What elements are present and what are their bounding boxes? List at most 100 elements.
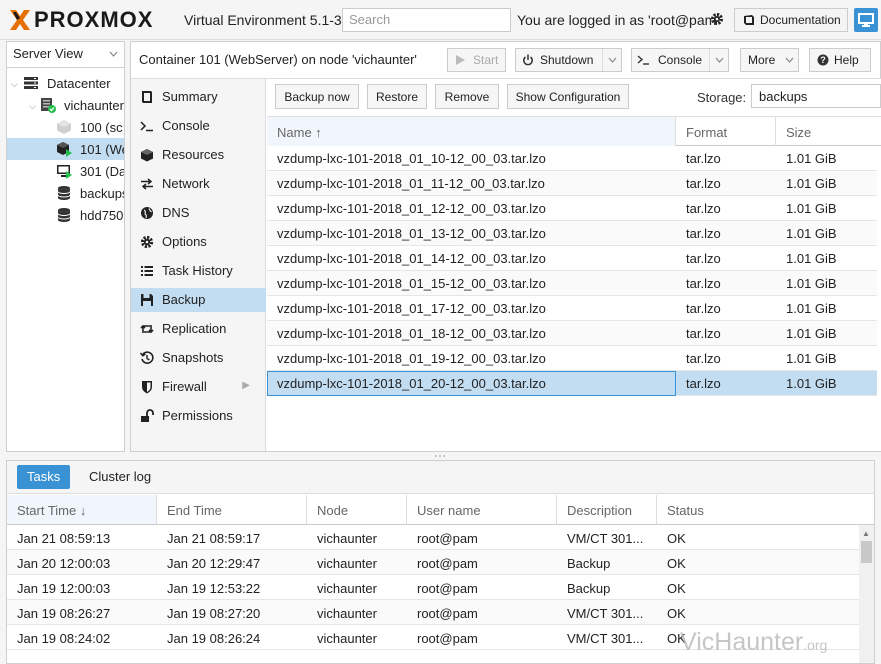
search-input[interactable]: Search bbox=[342, 8, 511, 32]
column-header-format[interactable]: Format bbox=[676, 117, 776, 146]
splitter-grip-icon[interactable] bbox=[432, 454, 448, 458]
submenu-replication[interactable]: Replication bbox=[131, 317, 266, 341]
vm-running-icon bbox=[57, 165, 72, 179]
submenu-network[interactable]: Network bbox=[131, 172, 266, 196]
backup-size: 1.01 GiB bbox=[786, 351, 837, 366]
table-row[interactable]: vzdump-lxc-101-2018_01_10-12_00_03.tar.l… bbox=[267, 146, 877, 171]
chevron-down-icon[interactable] bbox=[608, 57, 617, 63]
column-header-size[interactable]: Size bbox=[776, 117, 881, 146]
documentation-label: Documentation bbox=[760, 13, 841, 27]
submenu-resources[interactable]: Resources bbox=[131, 143, 266, 167]
backup-name: vzdump-lxc-101-2018_01_12-12_00_03.tar.l… bbox=[277, 201, 546, 216]
table-row[interactable]: vzdump-lxc-101-2018_01_13-12_00_03.tar.l… bbox=[267, 221, 877, 246]
submenu-options[interactable]: Options bbox=[131, 230, 266, 254]
table-row[interactable]: Jan 19 12:00:03 Jan 19 12:53:22 vichaunt… bbox=[7, 575, 860, 600]
tree-label: backups bbox=[80, 186, 124, 201]
monitor-button[interactable] bbox=[854, 8, 878, 32]
tree-item-node[interactable]: ⌵ vichaunter bbox=[7, 94, 124, 116]
tree-label: 301 (Da bbox=[80, 164, 124, 179]
tree-item-vm-301[interactable]: 301 (Da bbox=[7, 160, 124, 182]
tab-cluster-log[interactable]: Cluster log bbox=[79, 465, 161, 489]
submenu-firewall[interactable]: Firewall ▶ bbox=[131, 375, 266, 399]
column-header-description[interactable]: Description bbox=[557, 495, 657, 525]
task-user: root@pam bbox=[417, 606, 478, 621]
task-end: Jan 19 08:26:24 bbox=[167, 631, 261, 646]
tab-tasks[interactable]: Tasks bbox=[17, 465, 71, 489]
server-view-select[interactable]: Server View bbox=[7, 42, 124, 68]
column-header-start-time[interactable]: Start Time ↓ bbox=[7, 495, 157, 525]
table-row[interactable]: vzdump-lxc-101-2018_01_14-12_00_03.tar.l… bbox=[267, 246, 877, 271]
submenu-snapshots[interactable]: Snapshots bbox=[131, 346, 266, 370]
restore-button[interactable]: Restore bbox=[367, 84, 427, 109]
container-panel: Container 101 (WebServer) on node 'vicha… bbox=[130, 41, 881, 452]
brand-name: PROXMOX bbox=[34, 7, 154, 32]
table-row[interactable]: Jan 19 08:26:27 Jan 19 08:27:20 vichaunt… bbox=[7, 600, 860, 625]
backup-name: vzdump-lxc-101-2018_01_20-12_00_03.tar.l… bbox=[277, 376, 546, 391]
submenu-console[interactable]: Console bbox=[131, 114, 266, 138]
table-row[interactable]: vzdump-lxc-101-2018_01_19-12_00_03.tar.l… bbox=[267, 346, 877, 371]
unlock-icon bbox=[141, 409, 154, 422]
submenu-summary[interactable]: Summary bbox=[131, 85, 266, 109]
submenu-dns[interactable]: DNS bbox=[131, 201, 266, 225]
help-button[interactable]: ? Help bbox=[809, 48, 871, 72]
scrollbar-thumb[interactable] bbox=[861, 541, 872, 563]
globe-icon bbox=[141, 207, 153, 219]
documentation-button[interactable]: Documentation bbox=[734, 8, 848, 32]
shutdown-button[interactable]: Shutdown bbox=[515, 48, 622, 72]
table-row[interactable]: vzdump-lxc-101-2018_01_18-12_00_03.tar.l… bbox=[267, 321, 877, 346]
user-gear-icon[interactable] bbox=[710, 12, 724, 26]
more-label: More bbox=[748, 53, 776, 67]
tree-item-storage-backups[interactable]: backups bbox=[7, 182, 124, 204]
column-header-end-time[interactable]: End Time bbox=[157, 495, 307, 525]
submenu-label: Resources bbox=[162, 147, 225, 162]
backup-size: 1.01 GiB bbox=[786, 151, 837, 166]
table-row[interactable]: vzdump-lxc-101-2018_01_11-12_00_03.tar.l… bbox=[267, 171, 877, 196]
page-title: Container 101 (WebServer) on node 'vicha… bbox=[139, 52, 417, 67]
panel-splitter[interactable] bbox=[0, 452, 881, 460]
table-row[interactable]: vzdump-lxc-101-2018_01_15-12_00_03.tar.l… bbox=[267, 271, 877, 296]
console-button[interactable]: Console bbox=[631, 48, 729, 72]
tree-item-ct-101[interactable]: 101 (We bbox=[7, 138, 124, 160]
submenu-backup[interactable]: Backup bbox=[131, 288, 266, 312]
table-row-selected[interactable]: vzdump-lxc-101-2018_01_20-12_00_03.tar.l… bbox=[267, 371, 877, 396]
container-stopped-icon bbox=[57, 120, 71, 134]
submenu-permissions[interactable]: Permissions bbox=[131, 404, 266, 428]
task-status: OK bbox=[667, 581, 686, 596]
collapse-arrow-icon[interactable]: ⌵ bbox=[29, 101, 36, 112]
book-icon bbox=[744, 15, 754, 25]
submenu-task-history[interactable]: Task History bbox=[131, 259, 266, 283]
svg-text:?: ? bbox=[820, 55, 826, 65]
table-row[interactable]: vzdump-lxc-101-2018_01_17-12_00_03.tar.l… bbox=[267, 296, 877, 321]
show-configuration-button[interactable]: Show Configuration bbox=[507, 84, 629, 109]
tree-item-ct-100[interactable]: 100 (sc bbox=[7, 116, 124, 138]
chevron-down-icon bbox=[109, 51, 118, 57]
tree-item-storage-hdd750[interactable]: hdd750 bbox=[7, 204, 124, 226]
backup-size: 1.01 GiB bbox=[786, 301, 837, 316]
backup-name: vzdump-lxc-101-2018_01_10-12_00_03.tar.l… bbox=[277, 151, 546, 166]
task-user: root@pam bbox=[417, 556, 478, 571]
node-online-icon bbox=[41, 98, 56, 113]
tree-item-datacenter[interactable]: ⌵ Datacenter bbox=[7, 72, 124, 94]
column-header-status[interactable]: Status bbox=[657, 495, 874, 525]
expand-arrow-icon[interactable]: ▶ bbox=[242, 380, 250, 391]
collapse-arrow-icon[interactable]: ⌵ bbox=[11, 79, 18, 90]
task-scrollbar[interactable]: ▲ bbox=[859, 525, 874, 663]
column-header-name[interactable]: Name ↑ bbox=[267, 117, 676, 146]
scroll-up-icon[interactable]: ▲ bbox=[862, 529, 870, 538]
chevron-down-icon[interactable] bbox=[715, 57, 724, 63]
more-button[interactable]: More bbox=[740, 48, 799, 72]
table-row[interactable]: Jan 20 12:00:03 Jan 20 12:29:47 vichaunt… bbox=[7, 550, 860, 575]
storage-select[interactable]: backups bbox=[751, 84, 881, 108]
remove-button[interactable]: Remove bbox=[435, 84, 499, 109]
table-row[interactable]: vzdump-lxc-101-2018_01_12-12_00_03.tar.l… bbox=[267, 196, 877, 221]
backup-now-button[interactable]: Backup now bbox=[275, 84, 359, 109]
column-header-node[interactable]: Node bbox=[307, 495, 407, 525]
tree-label: 100 (sc bbox=[80, 120, 123, 135]
column-header-user[interactable]: User name bbox=[407, 495, 557, 525]
task-end: Jan 21 08:59:17 bbox=[167, 531, 261, 546]
backup-grid-header: Name ↑ Format Size bbox=[267, 116, 881, 146]
backup-size: 1.01 GiB bbox=[786, 226, 837, 241]
submenu-label: DNS bbox=[162, 205, 190, 220]
start-button[interactable]: Start bbox=[447, 48, 506, 72]
table-row[interactable]: Jan 21 08:59:13 Jan 21 08:59:17 vichaunt… bbox=[7, 525, 860, 550]
